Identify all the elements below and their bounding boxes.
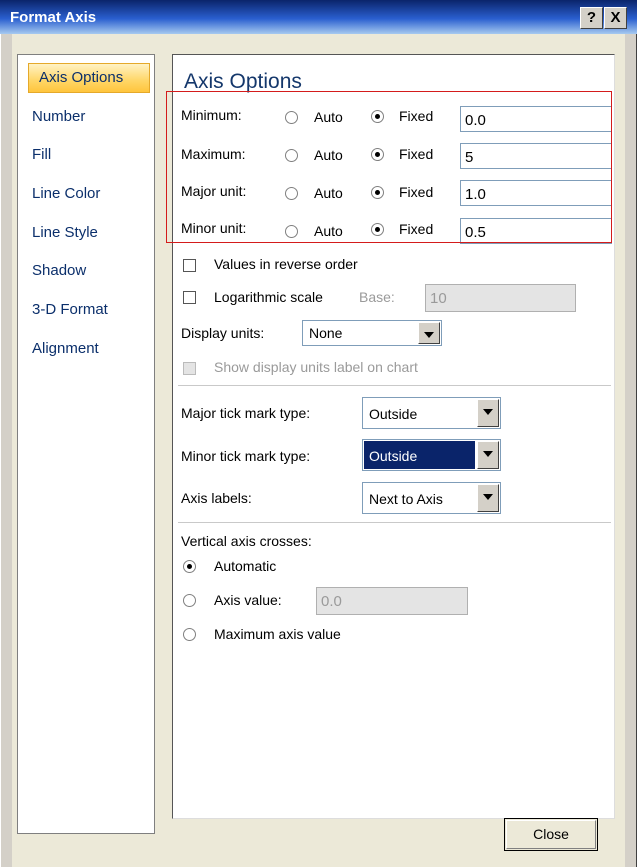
- chevron-down-icon[interactable]: [477, 441, 499, 469]
- sidebar-item-number[interactable]: Number: [32, 108, 85, 125]
- highlight-annotation-box: [166, 91, 612, 243]
- axis-value-input[interactable]: 0.0: [316, 587, 468, 615]
- max-axis-value-radio[interactable]: [183, 628, 196, 641]
- sidebar-item-3d-format[interactable]: 3-D Format: [32, 301, 108, 318]
- base-label: Base:: [359, 289, 395, 305]
- logarithmic-scale-label[interactable]: Logarithmic scale: [214, 289, 323, 305]
- major-tick-select[interactable]: Outside: [362, 397, 501, 429]
- axis-value-radio[interactable]: [183, 594, 196, 607]
- reverse-order-checkbox[interactable]: [183, 259, 196, 272]
- window-title: Format Axis: [10, 9, 97, 26]
- close-window-button[interactable]: X: [604, 7, 627, 29]
- sidebar-item-line-color[interactable]: Line Color: [32, 185, 100, 202]
- show-units-label-text[interactable]: Show display units label on chart: [214, 359, 418, 375]
- minor-tick-select[interactable]: Outside: [362, 439, 501, 471]
- minor-tick-value: Outside: [369, 448, 418, 464]
- chevron-down-icon[interactable]: [418, 322, 440, 344]
- divider: [178, 385, 611, 386]
- base-value-input[interactable]: 10: [425, 284, 576, 312]
- title-bar[interactable]: Format Axis ? X: [0, 0, 637, 34]
- axis-labels-label: Axis labels:: [181, 490, 252, 506]
- axis-labels-value: Next to Axis: [369, 491, 443, 507]
- major-tick-label: Major tick mark type:: [181, 405, 311, 421]
- max-axis-value-label[interactable]: Maximum axis value: [214, 626, 341, 642]
- minor-tick-label: Minor tick mark type:: [181, 448, 311, 464]
- automatic-label[interactable]: Automatic: [214, 558, 276, 574]
- close-button[interactable]: Close: [504, 818, 598, 851]
- display-units-label: Display units:: [181, 325, 265, 341]
- sidebar-item-shadow[interactable]: Shadow: [32, 262, 86, 279]
- window-frame-left: [0, 34, 12, 867]
- reverse-order-label[interactable]: Values in reverse order: [214, 256, 358, 272]
- chevron-down-icon[interactable]: [477, 399, 499, 427]
- show-units-label-checkbox[interactable]: [183, 362, 196, 375]
- sidebar-item-alignment[interactable]: Alignment: [32, 340, 99, 357]
- logarithmic-scale-checkbox[interactable]: [183, 291, 196, 304]
- category-sidebar: Axis Options Number Fill Line Color Line…: [17, 54, 155, 834]
- sidebar-item-line-style[interactable]: Line Style: [32, 224, 98, 241]
- divider: [178, 522, 611, 523]
- help-button[interactable]: ?: [580, 7, 603, 29]
- sidebar-item-axis-options[interactable]: Axis Options: [39, 69, 123, 86]
- display-units-value: None: [309, 325, 343, 341]
- sidebar-item-fill[interactable]: Fill: [32, 146, 51, 163]
- vertical-crosses-label: Vertical axis crosses:: [181, 533, 312, 549]
- window-frame-right: [625, 34, 637, 867]
- axis-labels-select[interactable]: Next to Axis: [362, 482, 501, 514]
- axis-value-label[interactable]: Axis value:: [214, 592, 282, 608]
- display-units-select[interactable]: None: [302, 320, 442, 346]
- chevron-down-icon[interactable]: [477, 484, 499, 512]
- major-tick-value: Outside: [369, 406, 418, 422]
- automatic-radio[interactable]: [183, 560, 196, 573]
